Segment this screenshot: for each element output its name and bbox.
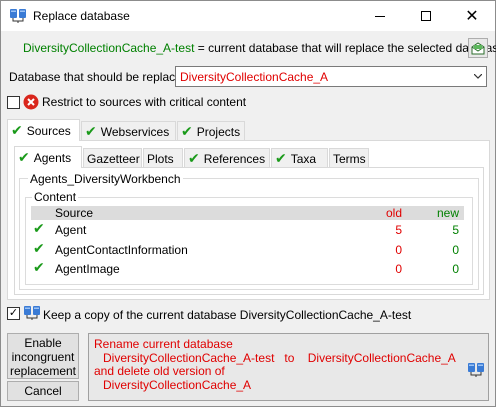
tab-gazetteer[interactable]: Gazetteer — [83, 148, 142, 168]
column-new: new — [436, 206, 459, 220]
close-button[interactable]: ✕ — [449, 1, 495, 31]
content-group-title: Content — [32, 190, 79, 204]
tab-label: Agents — [33, 150, 72, 165]
agents-group-title: Agents_DiversityWorkbench — [28, 172, 183, 186]
green-check-icon: ✔ — [11, 122, 23, 139]
error-x-icon — [23, 94, 39, 110]
cell-old: 5 — [395, 223, 402, 237]
restrict-checkbox[interactable] — [7, 96, 20, 109]
green-check-icon: ✔ — [275, 150, 287, 167]
rename-text-line: DiversityCollectionCache_A-test to Diver… — [103, 351, 456, 365]
keep-copy-label: Keep a copy of the current database Dive… — [43, 308, 412, 322]
close-icon: ✕ — [465, 6, 479, 25]
window-title: Replace database — [33, 9, 130, 23]
maximize-icon — [421, 11, 431, 21]
database-connect-icon — [468, 363, 484, 377]
rename-replace-button[interactable]: Rename current database DiversityCollect… — [88, 333, 489, 401]
tab-taxa[interactable]: ✔ Taxa — [271, 148, 328, 168]
tab-label: Gazetteer — [87, 151, 140, 166]
current-database-name: DiversityCollectionCache_A-test — [23, 41, 195, 55]
green-check-icon: ✔ — [181, 123, 193, 140]
cell-source: Agent — [55, 223, 87, 237]
tab-label: Webservices — [100, 124, 170, 139]
title-bar: Replace database ✕ — [1, 1, 495, 31]
table-row[interactable]: ✔ AgentContactInformation 0 0 — [31, 241, 464, 259]
restrict-label: Restrict to sources with critical conten… — [42, 95, 247, 109]
tab-terms[interactable]: Terms — [329, 148, 369, 168]
green-check-icon: ✔ — [33, 241, 45, 257]
column-source: Source — [55, 206, 94, 220]
database-connect-icon — [24, 306, 40, 320]
button-label-line: incongruent — [11, 350, 75, 364]
table-row[interactable]: ✔ AgentImage 0 0 — [31, 260, 464, 278]
green-check-icon: ✔ — [33, 260, 45, 276]
mail-icon — [471, 41, 485, 54]
enable-incongruent-replacement-button[interactable]: Enable incongruent replacement — [7, 333, 79, 379]
cell-new: 0 — [452, 262, 459, 276]
tab-sources[interactable]: ✔ Sources — [7, 119, 80, 141]
tab-label: Sources — [26, 123, 71, 138]
replace-database-label: Database that should be replaced: — [9, 70, 192, 84]
tab-label: Plots — [147, 151, 174, 166]
cell-old: 0 — [395, 262, 402, 276]
tab-references[interactable]: ✔ References — [184, 148, 270, 168]
green-check-icon: ✔ — [33, 221, 45, 237]
cell-new: 0 — [452, 243, 459, 257]
green-check-icon: ✔ — [18, 149, 30, 166]
cell-source: AgentContactInformation — [55, 243, 188, 257]
button-label-line: Enable — [24, 336, 62, 350]
green-check-icon: ✔ — [85, 123, 97, 140]
current-database-description: = current database that will replace the… — [197, 41, 496, 55]
maximize-button[interactable] — [403, 1, 449, 31]
content-table-header: Source old new — [31, 206, 464, 220]
tab-label: References — [203, 151, 266, 166]
tab-label: Projects — [196, 124, 241, 139]
minimize-button[interactable] — [357, 1, 403, 31]
tab-label: Terms — [333, 151, 366, 166]
green-check-icon: ✔ — [188, 150, 200, 167]
mail-button[interactable] — [468, 38, 488, 58]
rename-text-line: Rename current database — [94, 337, 233, 351]
tab-webservices[interactable]: ✔ Webservices — [81, 121, 176, 141]
column-old: old — [385, 206, 402, 220]
current-database-info: DiversityCollectionCache_A-test = curren… — [23, 41, 496, 55]
tab-projects[interactable]: ✔ Projects — [177, 121, 245, 141]
keep-copy-checkbox[interactable]: ✓ — [7, 307, 20, 320]
table-row[interactable]: ✔ Agent 5 5 — [31, 221, 464, 239]
tab-label: Taxa — [290, 151, 317, 166]
cell-new: 5 — [452, 223, 459, 237]
replace-database-dialog: Replace database ✕ DiversityCollectionCa… — [0, 0, 496, 407]
rename-text-line: DiversityCollectionCache_A — [103, 378, 252, 392]
cell-old: 0 — [395, 243, 402, 257]
tab-agents[interactable]: ✔ Agents — [14, 146, 82, 168]
database-connect-icon — [10, 9, 26, 23]
replace-database-select[interactable]: DiversityCollectionCache_A — [175, 66, 487, 87]
rename-text-line: and delete old version of — [94, 364, 225, 378]
replace-database-value: DiversityCollectionCache_A — [180, 70, 329, 84]
tab-plots[interactable]: Plots — [143, 148, 183, 168]
minimize-icon — [375, 15, 385, 17]
cancel-button[interactable]: Cancel — [7, 381, 79, 401]
button-label-line: replacement — [9, 364, 77, 378]
chevron-down-icon[interactable] — [469, 67, 486, 86]
cell-source: AgentImage — [55, 262, 120, 276]
